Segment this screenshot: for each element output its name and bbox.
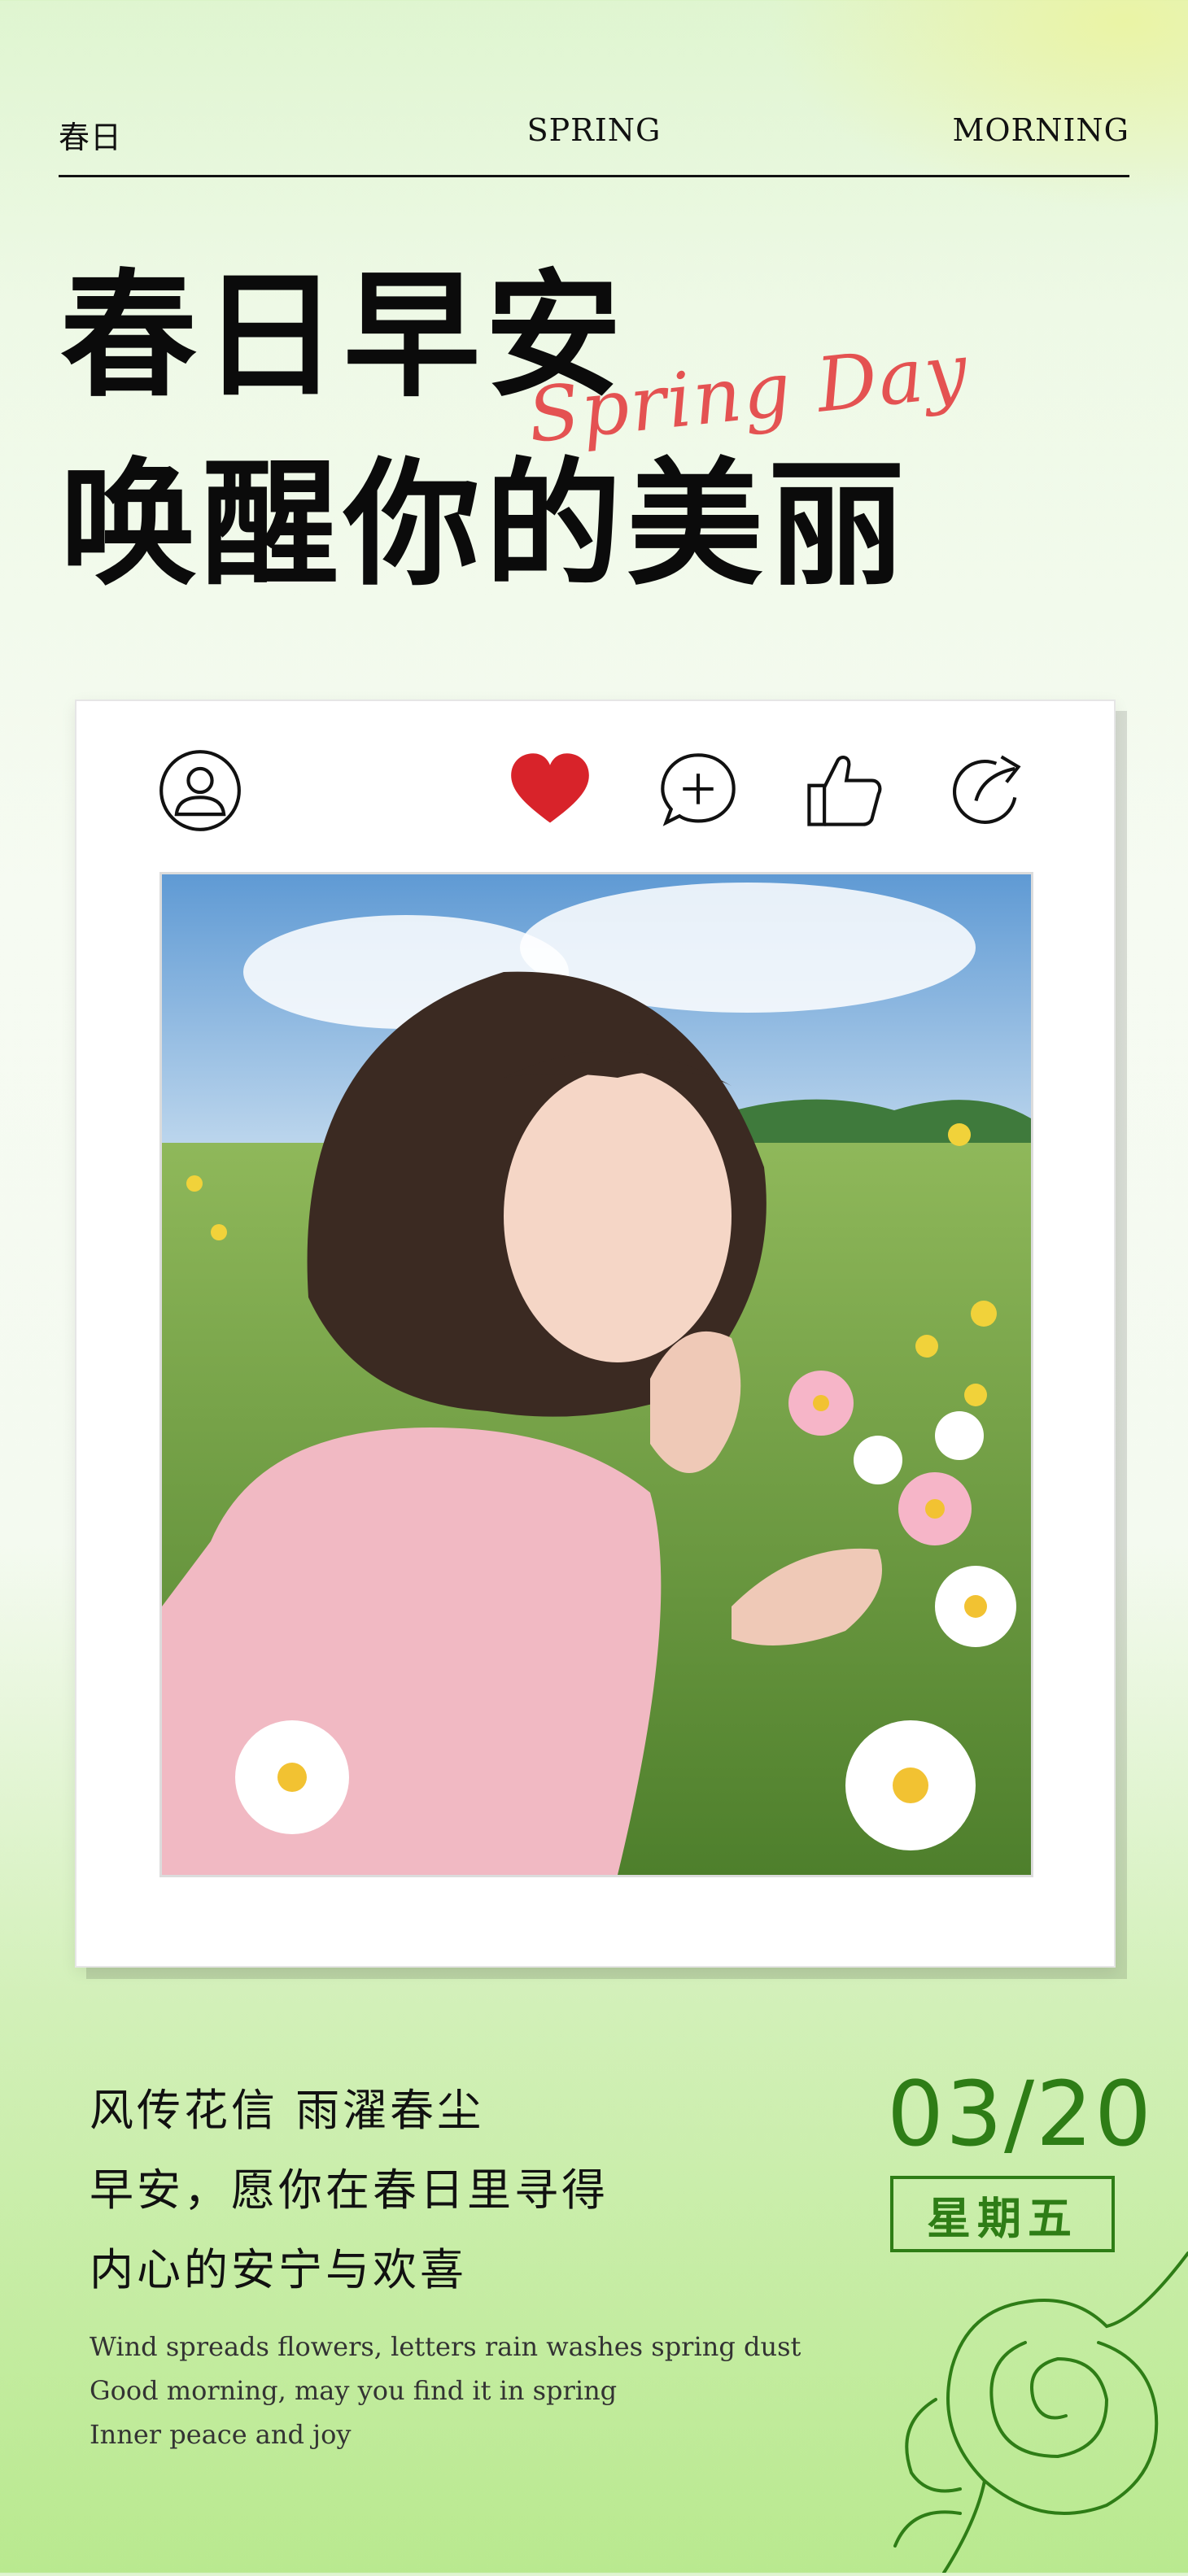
english-line-3: Inner peace and joy [90,2419,352,2450]
photo-card [75,700,1116,1968]
header-center-label: SPRING [526,112,662,148]
rose-line-icon [863,2245,1188,2574]
weekday-badge: 星期五 [890,2176,1115,2252]
header-left-label: 春日 [59,120,123,155]
header-divider [59,175,1129,177]
weekday-label: 星期五 [927,2192,1078,2244]
poem-line-1: 风传花信 雨濯春尘 [90,2085,485,2136]
portrait-photo [159,872,1033,1877]
poem-line-2: 早安，愿你在春日里寻得 [90,2164,609,2216]
english-line-1: Wind spreads flowers, letters rain washe… [90,2331,801,2362]
poem-line-3: 内心的安宁与欢喜 [90,2244,467,2295]
heart-icon[interactable] [508,748,592,833]
thumbs-up-icon[interactable] [801,748,885,833]
header-right-label: MORNING [952,112,1129,148]
user-icon[interactable] [158,748,242,833]
english-line-2: Good morning, may you find it in spring [90,2375,618,2406]
headline-line-2: 唤醒你的美丽 [60,443,910,604]
top-glow [765,0,1188,211]
share-icon[interactable] [946,748,1030,833]
date-label: 03/20 [887,2062,1154,2166]
add-comment-icon[interactable] [656,748,740,833]
